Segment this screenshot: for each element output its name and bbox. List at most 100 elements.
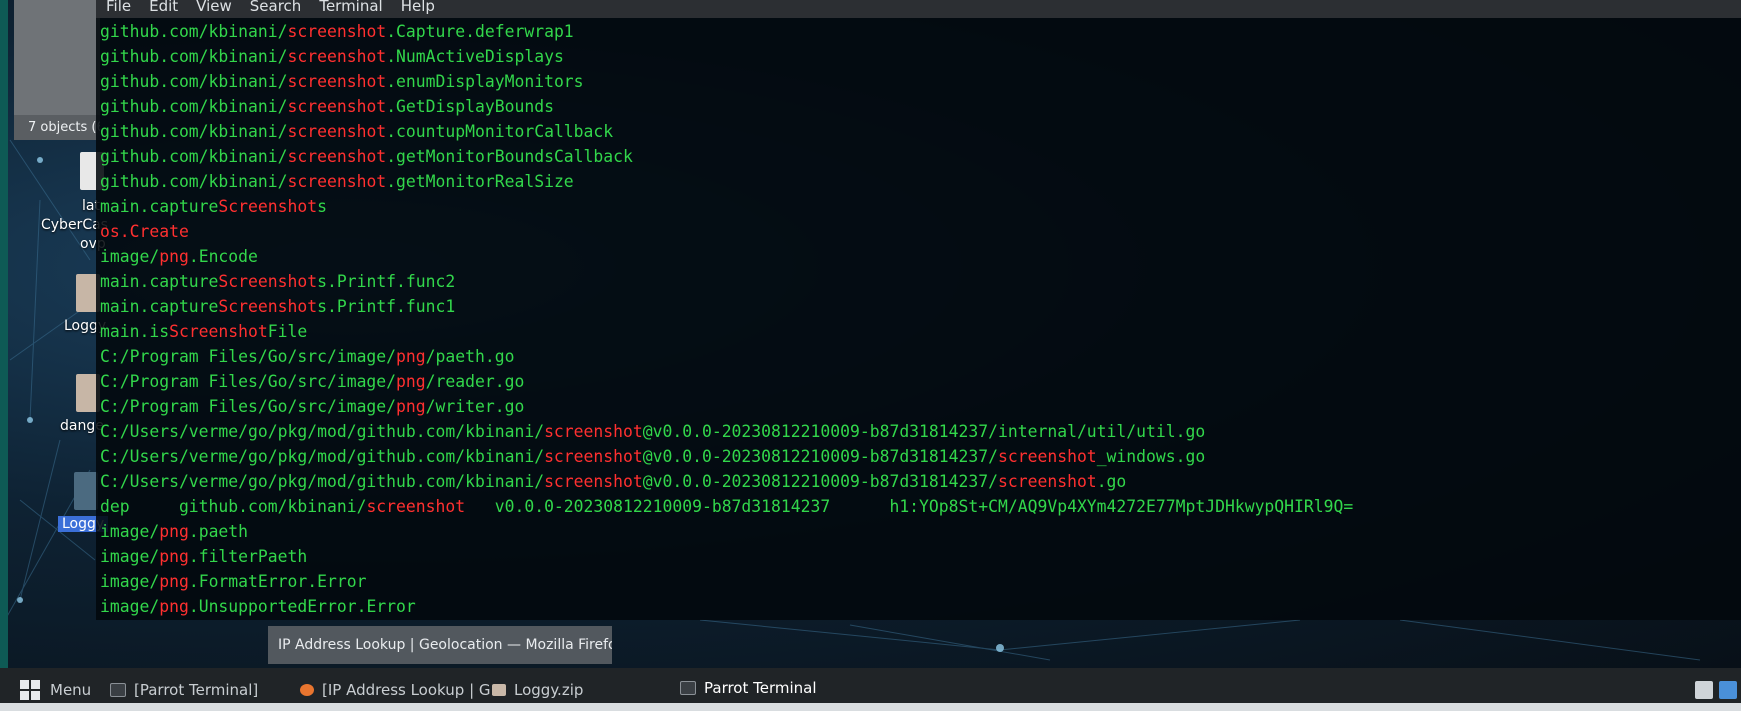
terminal-line: github.com/kbinani/screenshot.getMonitor…: [100, 144, 1740, 169]
menu-label: Menu: [50, 680, 92, 699]
terminal-text: .filterPaeth: [188, 547, 308, 566]
highlighted-match: screenshot: [287, 97, 387, 116]
terminal-text: .Encode: [188, 247, 258, 266]
terminal-line: dep github.com/kbinani/screenshot v0.0.0…: [100, 494, 1740, 519]
terminal-text: .UnsupportedError.Error: [188, 597, 416, 616]
highlighted-match: png: [396, 397, 426, 416]
terminal-line: github.com/kbinani/screenshot.NumActiveD…: [100, 44, 1740, 69]
terminal-text: image/: [100, 547, 160, 566]
file-manager-window[interactable]: 7 objects (6: [14, 0, 100, 140]
highlighted-match: Screenshot: [218, 297, 318, 316]
terminal-text: image/: [100, 247, 160, 266]
terminal-line: image/png.UnsupportedError.Error: [100, 594, 1740, 619]
bottom-panel-strip: [0, 703, 1741, 711]
file-manager-content: [14, 0, 100, 115]
terminal-text: github.com/kbinani/: [100, 172, 288, 191]
firefox-icon: [300, 683, 314, 696]
terminal-line: main.captureScreenshots.Printf.func1: [100, 294, 1740, 319]
terminal-text: github.com/kbinani/: [100, 47, 288, 66]
terminal-text: main.capture: [100, 272, 219, 291]
terminal-text: github.com/kbinani/: [100, 147, 288, 166]
terminal-text: github.com/kbinani/: [100, 122, 288, 141]
terminal-text: /reader.go: [425, 372, 525, 391]
terminal-text: github.com/kbinani/: [100, 72, 288, 91]
file-manager-status: 7 objects (6: [14, 115, 100, 140]
highlighted-match: screenshot: [287, 22, 387, 41]
terminal-text: main.capture: [100, 297, 219, 316]
menu-view[interactable]: View: [196, 0, 232, 18]
highlighted-match: png: [159, 522, 189, 541]
highlighted-match: os.Create: [100, 222, 189, 241]
keyboard-icon[interactable]: [1695, 680, 1713, 699]
terminal-text: .go: [1096, 472, 1127, 491]
terminal-text: s.Printf.func1: [317, 297, 456, 316]
taskbar-item-label: Parrot Terminal: [704, 679, 817, 697]
window-tooltip: IP Address Lookup | Geolocation — Mozill…: [268, 626, 612, 664]
archive-icon: [492, 683, 506, 696]
terminal-line: image/png.paeth: [100, 519, 1740, 544]
menu-search[interactable]: Search: [250, 0, 302, 18]
terminal-menubar: File Edit View Search Terminal Help: [96, 0, 1741, 18]
taskbar-item-label: [IP Address Lookup | G...: [322, 680, 505, 699]
highlighted-match: png: [159, 572, 189, 591]
terminal-line: main.isScreenshotFile: [100, 319, 1740, 344]
terminal-icon: [680, 681, 696, 695]
terminal-text: C:/Program Files/Go/src/image/: [100, 347, 397, 366]
terminal-text: .paeth: [188, 522, 249, 541]
menu-grid-icon: [20, 679, 40, 700]
terminal-text: .GetDisplayBounds: [386, 97, 554, 116]
terminal-text: github.com/kbinani/: [100, 97, 288, 116]
highlighted-match: png: [396, 372, 426, 391]
terminal-text: main.is: [100, 322, 170, 341]
taskbar-item-label: [Parrot Terminal]: [134, 680, 259, 699]
highlighted-match: screenshot: [287, 122, 387, 141]
terminal-text: v0.0.0-20230812210009-b87d31814237 h1:YO…: [465, 497, 1354, 516]
terminal-text: .getMonitorRealSize: [386, 172, 574, 191]
terminal-line: main.captureScreenshots.Printf.func2: [100, 269, 1740, 294]
menu-terminal[interactable]: Terminal: [319, 0, 382, 18]
terminal-window[interactable]: File Edit View Search Terminal Help gith…: [96, 0, 1741, 620]
gear-icon[interactable]: [74, 472, 98, 510]
terminal-line: image/png.FormatError.Error: [100, 569, 1740, 594]
terminal-text: C:/Users/verme/go/pkg/mod/github.com/kbi…: [100, 472, 545, 491]
terminal-line: os.Create: [100, 219, 1740, 244]
highlighted-match: png: [159, 547, 189, 566]
terminal-line: C:/Program Files/Go/src/image/png/reader…: [100, 369, 1740, 394]
terminal-text: image/: [100, 572, 160, 591]
terminal-output[interactable]: github.com/kbinani/screenshot.Capture.de…: [100, 19, 1740, 619]
terminal-text: C:/Users/verme/go/pkg/mod/github.com/kbi…: [100, 422, 545, 441]
menu-help[interactable]: Help: [401, 0, 435, 18]
terminal-text: .enumDisplayMonitors: [386, 72, 584, 91]
workspace-switcher-icon[interactable]: [1719, 680, 1737, 699]
terminal-text: File: [267, 322, 308, 341]
terminal-line: github.com/kbinani/screenshot.Capture.de…: [100, 19, 1740, 44]
terminal-text: /writer.go: [425, 397, 525, 416]
highlighted-match: png: [159, 247, 189, 266]
terminal-line: C:/Users/verme/go/pkg/mod/github.com/kbi…: [100, 469, 1740, 494]
highlighted-match: Screenshot: [169, 322, 268, 341]
highlighted-match: screenshot: [998, 472, 1097, 491]
menu-edit[interactable]: Edit: [149, 0, 178, 18]
terminal-text: s.Printf.func2: [317, 272, 456, 291]
highlighted-match: screenshot: [287, 147, 387, 166]
terminal-text: C:/Program Files/Go/src/image/: [100, 397, 397, 416]
terminal-text: github.com/kbinani/: [100, 22, 288, 41]
highlighted-match: screenshot: [287, 72, 387, 91]
terminal-text: s: [317, 197, 327, 216]
terminal-text: C:/Program Files/Go/src/image/: [100, 372, 397, 391]
terminal-text: .FormatError.Error: [188, 572, 367, 591]
terminal-line: main.captureScreenshots: [100, 194, 1740, 219]
menu-file[interactable]: File: [106, 0, 131, 18]
highlighted-match: png: [159, 597, 189, 616]
highlighted-match: Screenshot: [218, 272, 318, 291]
highlighted-match: screenshot: [544, 447, 643, 466]
highlighted-match: screenshot: [287, 47, 387, 66]
terminal-line: C:/Program Files/Go/src/image/png/paeth.…: [100, 344, 1740, 369]
terminal-text: .getMonitorBoundsCallback: [386, 147, 633, 166]
terminal-text: .countupMonitorCallback: [386, 122, 614, 141]
highlighted-match: screenshot: [544, 422, 643, 441]
terminal-line: image/png.filterPaeth: [100, 544, 1740, 569]
terminal-line: C:/Users/verme/go/pkg/mod/github.com/kbi…: [100, 444, 1740, 469]
terminal-text: .NumActiveDisplays: [386, 47, 564, 66]
taskbar-item-label: Loggy.zip: [514, 680, 584, 699]
